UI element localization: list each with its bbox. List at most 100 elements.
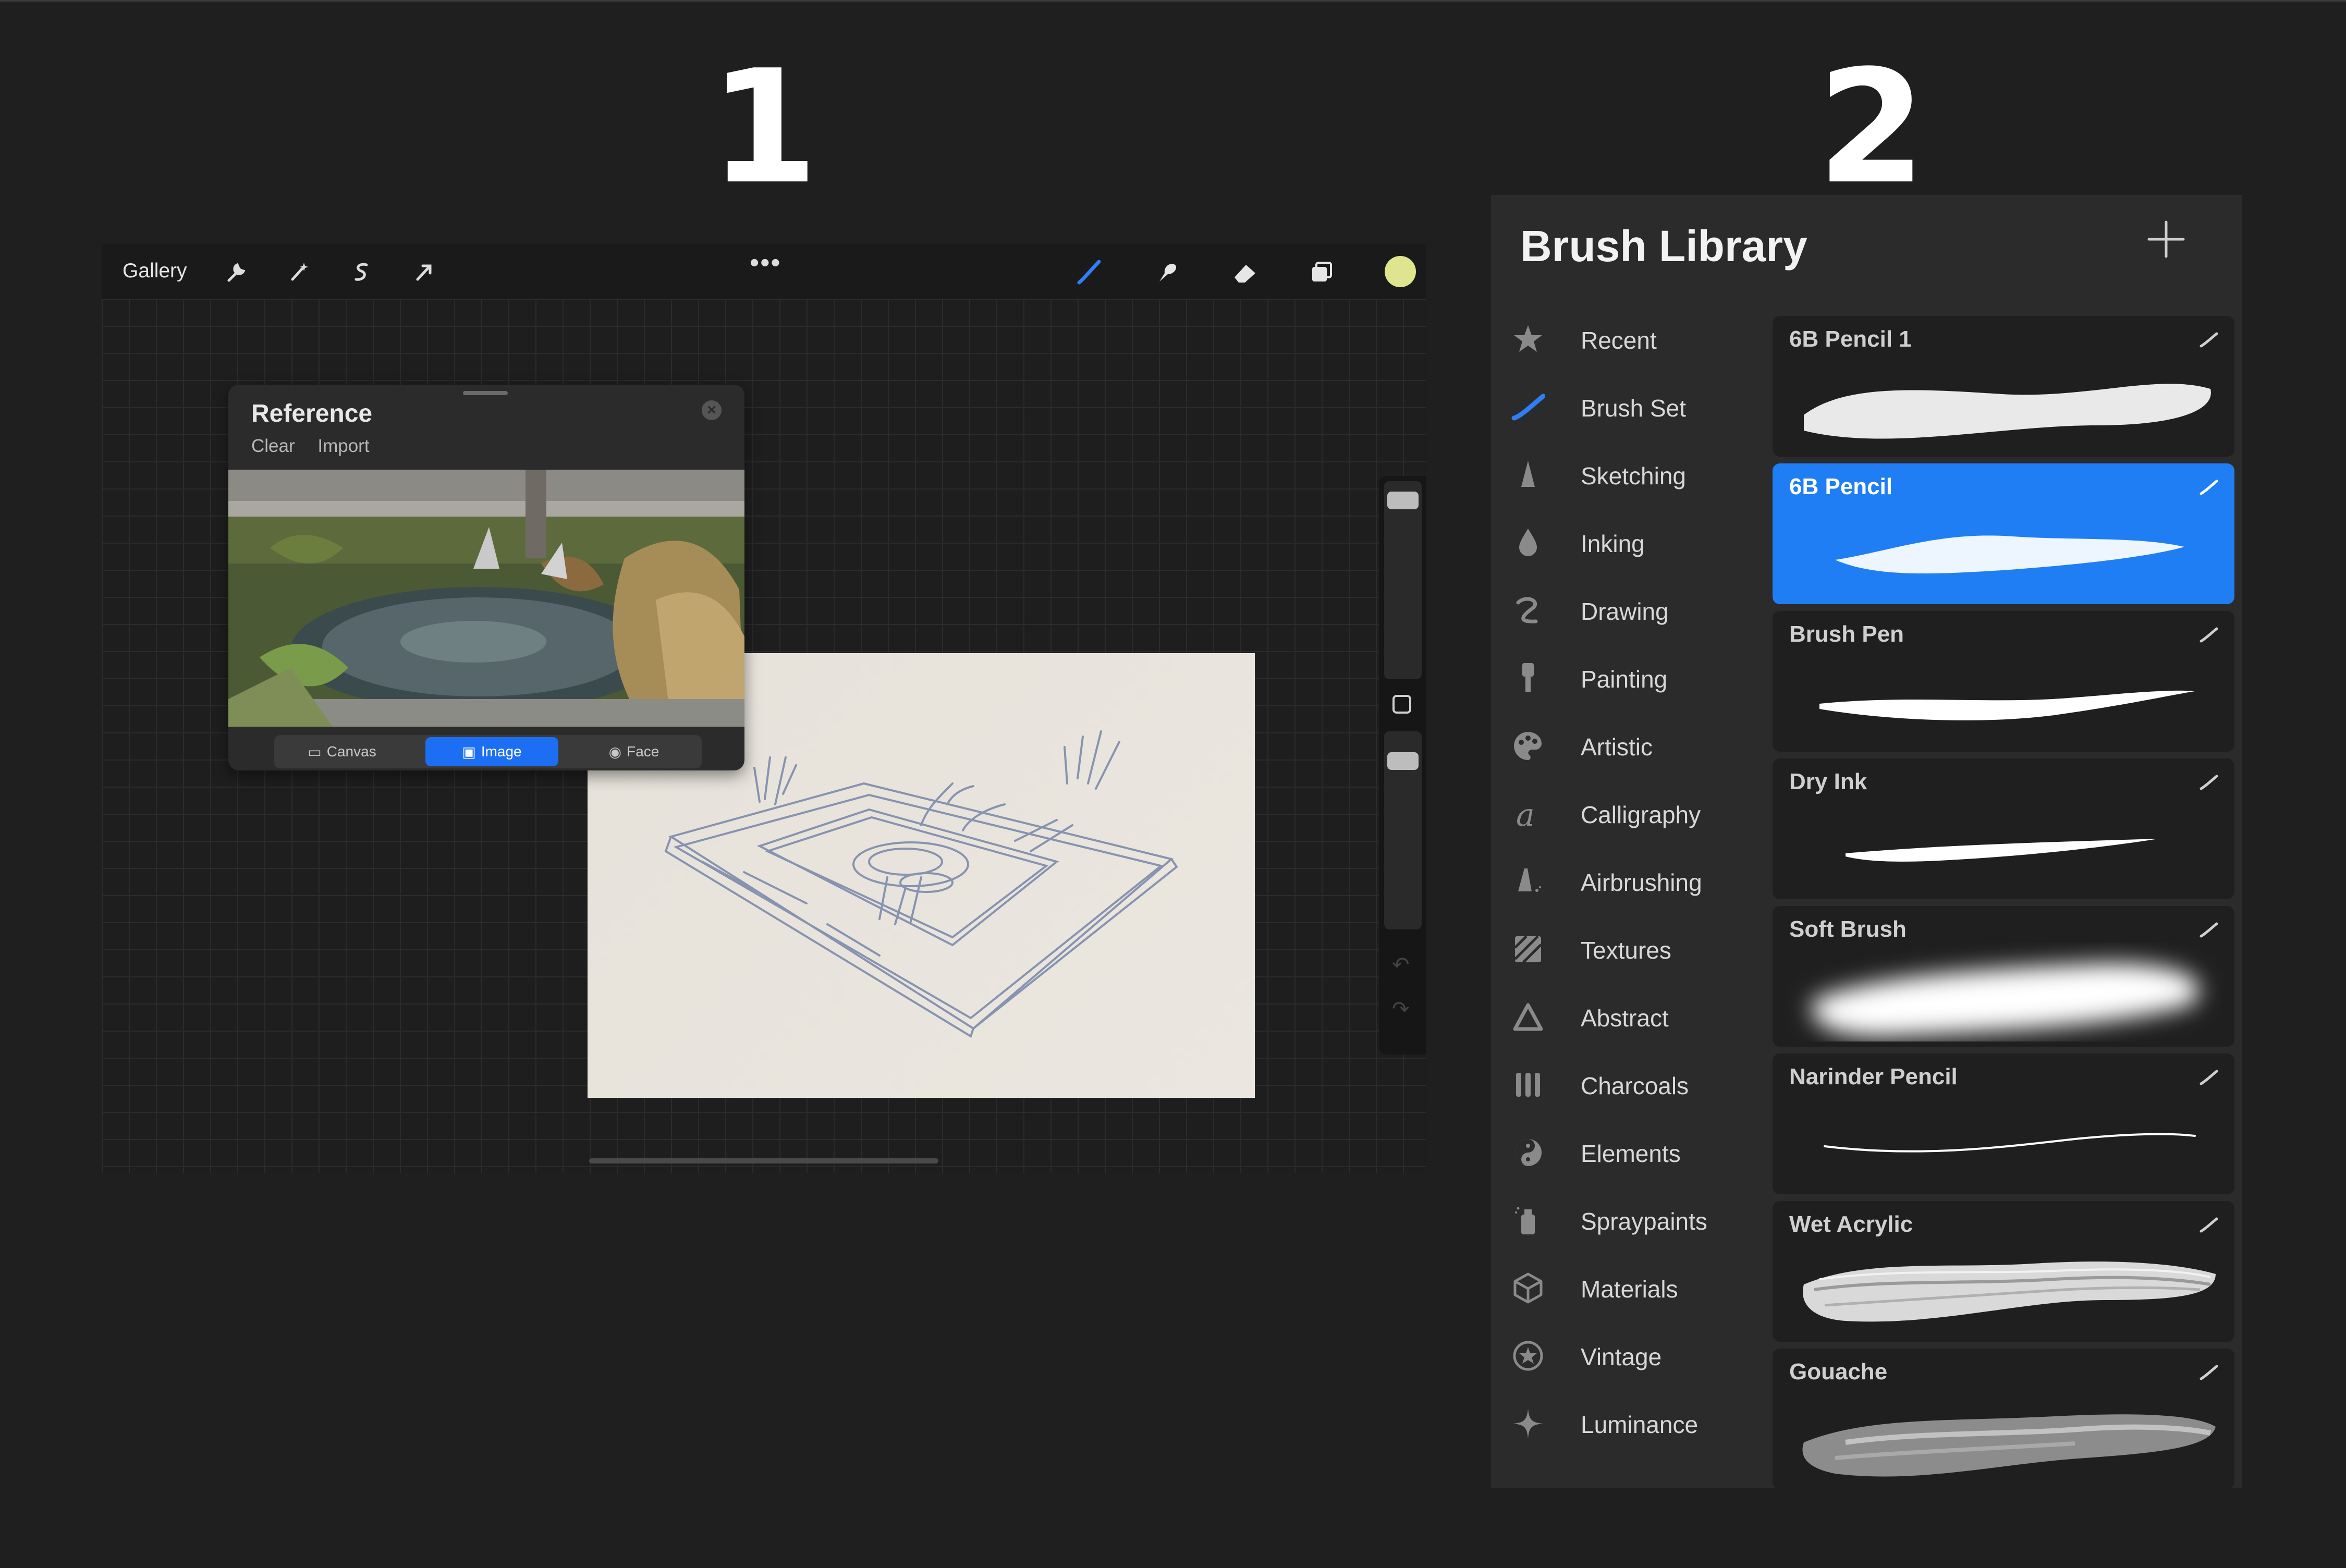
modify-button[interactable] <box>1392 695 1411 714</box>
brush-set-icon <box>1511 390 1546 424</box>
star-icon <box>1511 322 1545 357</box>
reference-mode-segmented: ▭ Canvas ▣ Image ◉ Face <box>274 735 702 768</box>
category-charcoals[interactable]: Charcoals <box>1491 1055 1765 1112</box>
smudge-icon[interactable] <box>1152 258 1181 287</box>
eraser-icon[interactable] <box>1230 258 1260 287</box>
category-calligraphy[interactable]: a Calligraphy <box>1491 784 1765 841</box>
tab-canvas[interactable]: ▭ Canvas <box>295 737 389 766</box>
category-brush-set[interactable]: Brush Set <box>1491 377 1765 435</box>
reference-window[interactable]: Reference Clear Import × ▭ Canvas ▣ Imag… <box>228 385 744 770</box>
category-label: Airbrushing <box>1581 869 1702 896</box>
image-icon: ▣ <box>462 743 476 760</box>
category-sketching[interactable]: Sketching <box>1491 445 1765 503</box>
brush-edit-icon[interactable] <box>2198 1362 2219 1383</box>
calligraphy-a-icon: a <box>1511 797 1545 834</box>
tab-image[interactable]: ▣ Image <box>425 737 558 766</box>
canvas-icon: ▭ <box>308 743 322 760</box>
category-drawing[interactable]: Drawing <box>1491 581 1765 638</box>
magic-wand-icon[interactable] <box>284 258 313 287</box>
brush-name: Brush Pen <box>1789 621 1904 647</box>
brush-name: 6B Pencil 1 <box>1789 326 1912 352</box>
more-options-icon[interactable]: ••• <box>750 247 781 278</box>
vintage-star-icon <box>1511 1339 1545 1373</box>
brush-icon[interactable] <box>1074 258 1103 287</box>
brush-edit-icon[interactable] <box>2198 920 2219 940</box>
brush-name: Soft Brush <box>1789 916 1907 942</box>
category-materials[interactable]: Materials <box>1491 1258 1765 1316</box>
sparkle-icon <box>1511 1406 1545 1441</box>
selection-icon[interactable] <box>347 258 376 287</box>
brush-stroke-preview <box>1783 352 2224 451</box>
brush-size-thumb[interactable] <box>1387 492 1419 509</box>
category-label: Materials <box>1581 1276 1678 1303</box>
brush-item-6b-pencil-1[interactable]: 6B Pencil 1 <box>1773 316 2234 457</box>
brush-stroke-preview <box>1783 1385 2224 1484</box>
brush-edit-icon[interactable] <box>2198 1067 2219 1088</box>
opacity-thumb[interactable] <box>1387 752 1419 770</box>
brush-item-6b-pencil[interactable]: 6B Pencil <box>1773 463 2234 604</box>
brush-item-dry-ink[interactable]: Dry Ink <box>1773 758 2234 899</box>
reference-drag-handle[interactable] <box>463 391 508 395</box>
reference-clear-link[interactable]: Clear <box>251 436 295 456</box>
layers-icon[interactable] <box>1307 258 1336 287</box>
category-label: Drawing <box>1581 598 1669 625</box>
category-label: Sketching <box>1581 462 1687 489</box>
brush-edit-icon[interactable] <box>2198 329 2219 350</box>
category-label: Textures <box>1581 937 1671 964</box>
category-abstract[interactable]: Abstract <box>1491 987 1765 1045</box>
brush-stroke-preview <box>1783 1090 2224 1189</box>
category-artistic[interactable]: Artistic <box>1491 716 1765 774</box>
category-label: Calligraphy <box>1581 801 1701 828</box>
category-elements[interactable]: Elements <box>1491 1123 1765 1180</box>
gallery-button[interactable]: Gallery <box>123 260 187 283</box>
redo-icon[interactable]: ↷ <box>1392 997 1410 1021</box>
category-recent[interactable]: Recent <box>1491 310 1765 367</box>
plus-icon[interactable] <box>2143 216 2190 263</box>
opacity-slider[interactable] <box>1384 731 1422 929</box>
brush-item-narinder-pencil[interactable]: Narinder Pencil <box>1773 1054 2234 1194</box>
undo-icon[interactable]: ↶ <box>1392 953 1410 977</box>
category-airbrushing[interactable]: Airbrushing <box>1491 852 1765 909</box>
category-spraypaints[interactable]: Spraypaints <box>1491 1191 1765 1248</box>
top-toolbar: Gallery ••• <box>102 244 1426 299</box>
procreate-canvas-screenshot: Gallery ••• ↶ ↷ Reference Clear Import ×… <box>102 244 1426 1173</box>
wrench-icon[interactable] <box>222 258 251 287</box>
spray-can-icon <box>1511 1203 1545 1238</box>
category-label: Elements <box>1581 1140 1681 1167</box>
brush-item-soft-brush[interactable]: Soft Brush <box>1773 906 2234 1047</box>
category-luminance[interactable]: Luminance <box>1491 1394 1765 1451</box>
horizontal-scrollbar[interactable] <box>589 1158 938 1163</box>
brush-edit-icon[interactable] <box>2198 477 2219 498</box>
brush-edit-icon[interactable] <box>2198 1215 2219 1235</box>
tab-face[interactable]: ◉ Face <box>587 737 681 766</box>
palette-icon <box>1511 729 1545 763</box>
category-label: Spraypaints <box>1581 1208 1707 1235</box>
brush-name: Dry Ink <box>1789 769 1867 794</box>
brush-stroke-preview <box>1783 500 2224 599</box>
svg-text:a: a <box>1516 797 1535 831</box>
category-painting[interactable]: Painting <box>1491 648 1765 706</box>
brush-item-brush-pen[interactable]: Brush Pen <box>1773 611 2234 752</box>
brush-library-title: Brush Library <box>1520 222 1807 271</box>
reference-import-link[interactable]: Import <box>317 436 369 456</box>
brush-item-gouache[interactable]: Gouache <box>1773 1349 2234 1488</box>
brush-edit-icon[interactable] <box>2198 772 2219 793</box>
brush-name: Narinder Pencil <box>1789 1064 1958 1089</box>
reference-actions: Clear Import <box>251 436 387 457</box>
color-picker-swatch[interactable] <box>1385 256 1416 287</box>
brush-stroke-preview <box>1783 942 2224 1042</box>
brush-size-slider[interactable] <box>1384 481 1422 679</box>
squiggle-icon <box>1511 593 1545 628</box>
transform-arrow-icon[interactable] <box>409 258 438 287</box>
category-inking[interactable]: Inking <box>1491 513 1765 570</box>
brush-item-wet-acrylic[interactable]: Wet Acrylic <box>1773 1201 2234 1342</box>
category-label: Inking <box>1581 530 1645 557</box>
category-label: Painting <box>1581 666 1668 693</box>
cube-icon <box>1511 1271 1545 1305</box>
brush-edit-icon[interactable] <box>2198 624 2219 645</box>
close-icon[interactable]: × <box>702 400 722 420</box>
category-vintage[interactable]: Vintage <box>1491 1326 1765 1383</box>
airbrush-icon <box>1511 864 1545 899</box>
category-textures[interactable]: Textures <box>1491 920 1765 977</box>
brush-stroke-preview <box>1783 647 2224 746</box>
